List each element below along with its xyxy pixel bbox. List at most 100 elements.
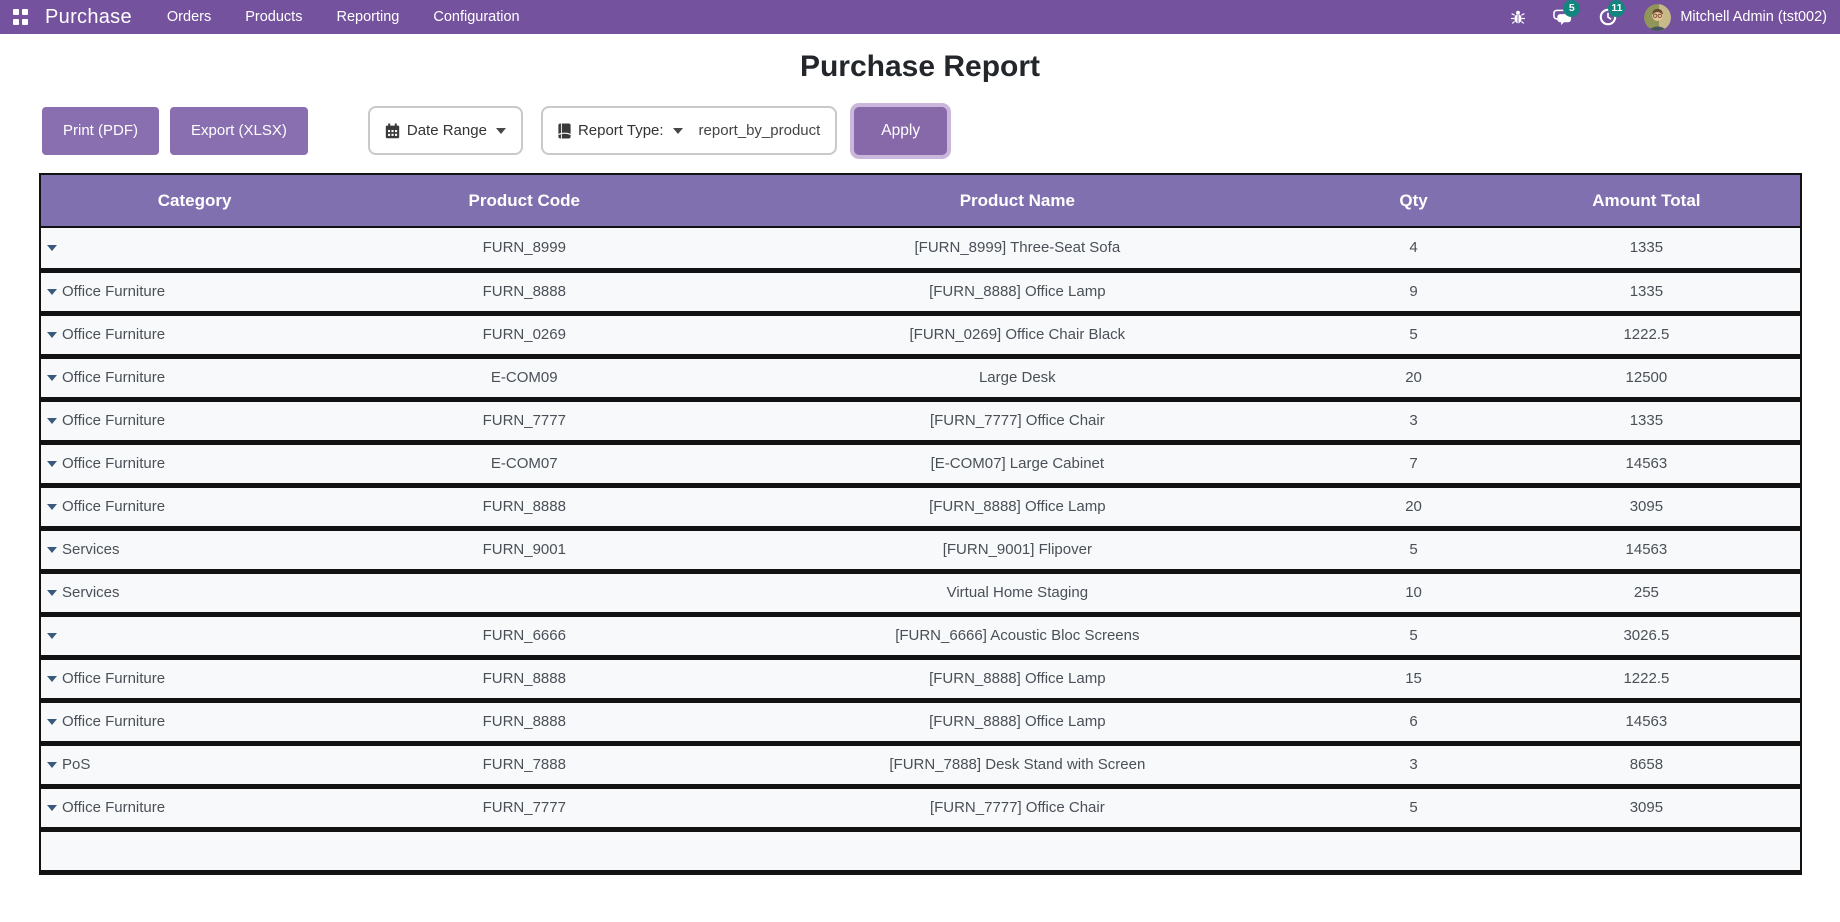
column-header-category: Category (40, 174, 349, 228)
amount-total-cell: 1222.5 (1492, 657, 1801, 703)
purchase-report-table: Category Product Code Product Name Qty A… (39, 173, 1802, 875)
date-range-dropdown[interactable]: Date Range (367, 106, 523, 155)
category-label: Office Furniture (62, 369, 166, 386)
amount-total-cell: 12500 (1492, 356, 1801, 402)
category-label: Office Furniture (62, 799, 166, 816)
collapse-caret-icon[interactable] (47, 461, 57, 468)
amount-total-cell: 1335 (1492, 399, 1801, 445)
category-label: Office Furniture (62, 283, 166, 300)
qty-cell: 5 (1334, 786, 1493, 832)
debug-bug-icon[interactable] (1508, 7, 1528, 27)
table-row: PoS FURN_7888 [FURN_7888] Desk Stand with … (40, 743, 1801, 789)
collapse-caret-icon[interactable] (47, 633, 57, 640)
product-name-cell: [FURN_8999] Three-Seat Sofa (700, 227, 1335, 273)
collapse-caret-icon[interactable] (47, 762, 57, 769)
app-name[interactable]: Purchase (45, 6, 132, 29)
apps-menu-icon[interactable] (13, 9, 29, 25)
collapse-caret-icon[interactable] (47, 547, 57, 554)
calendar-icon (385, 123, 400, 138)
report-type-value: report_by_product (698, 122, 821, 139)
collapse-caret-icon[interactable] (47, 590, 57, 597)
category-label: Services (62, 584, 120, 601)
amount-total-cell: 3095 (1492, 485, 1801, 531)
export-xlsx-button[interactable]: Export (XLSX) (170, 106, 308, 155)
report-toolbar: Print (PDF) Export (XLSX) Date Range Rep… (0, 106, 1840, 155)
main-menu: Orders Products Reporting Configuration (150, 0, 537, 34)
amount-total-cell: 8658 (1492, 743, 1801, 789)
column-header-amount-total: Amount Total (1492, 174, 1801, 228)
collapse-caret-icon[interactable] (47, 375, 57, 382)
date-range-label: Date Range (406, 122, 487, 139)
user-name[interactable]: Mitchell Admin (tst002) (1680, 9, 1827, 25)
amount-total-cell: 3026.5 (1492, 614, 1801, 660)
table-row: Office Furniture E-COM09 Large Desk 20 12500 (40, 356, 1801, 402)
qty-cell: 5 (1334, 313, 1493, 359)
product-code-cell: FURN_0269 (348, 313, 701, 359)
messages-icon[interactable]: 5 (1553, 0, 1581, 27)
menu-item-orders[interactable]: Orders (150, 9, 228, 25)
amount-total-cell: 1335 (1492, 227, 1801, 273)
category-label: Office Furniture (62, 455, 166, 472)
product-name-cell: [E-COM07] Large Cabinet (700, 442, 1335, 488)
product-name-cell: [FURN_8888] Office Lamp (700, 700, 1335, 746)
menu-item-reporting[interactable]: Reporting (319, 9, 416, 25)
product-name-cell: [FURN_8888] Office Lamp (700, 485, 1335, 531)
collapse-caret-icon[interactable] (47, 289, 57, 296)
chevron-down-icon (495, 127, 506, 134)
top-navbar: Purchase Orders Products Reporting Confi… (0, 0, 1840, 34)
product-name-cell: [FURN_9001] Flipover (700, 528, 1335, 574)
collapse-caret-icon[interactable] (47, 245, 57, 252)
product-name-cell: [FURN_6666] Acoustic Bloc Screens (700, 614, 1335, 660)
product-code-cell: FURN_8888 (348, 700, 701, 746)
qty-cell: 3 (1334, 399, 1493, 445)
column-header-product-name: Product Name (700, 174, 1335, 228)
category-cell: Office Furniture (40, 270, 349, 316)
product-name-cell: [FURN_8888] Office Lamp (700, 270, 1335, 316)
category-cell: Office Furniture (40, 786, 349, 832)
category-cell: PoS (40, 743, 349, 789)
collapse-caret-icon[interactable] (47, 719, 57, 726)
report-type-label: Report Type: (577, 122, 664, 139)
column-header-qty: Qty (1334, 174, 1493, 228)
category-label: Office Furniture (62, 498, 166, 515)
amount-total-cell: 1335 (1492, 270, 1801, 316)
print-pdf-button[interactable]: Print (PDF) (42, 106, 159, 155)
collapse-caret-icon[interactable] (47, 504, 57, 511)
product-code-cell: FURN_7777 (348, 786, 701, 832)
table-row: Office Furniture E-COM07 [E-COM07] Large C… (40, 442, 1801, 488)
amount-total-cell: 255 (1492, 571, 1801, 617)
table-row: Office Furniture FURN_7777 [FURN_7777] Off… (40, 786, 1801, 832)
category-label: Office Furniture (62, 412, 166, 429)
amount-total-cell: 1222.5 (1492, 313, 1801, 359)
category-label: Office Furniture (62, 670, 166, 687)
category-label: PoS (62, 756, 91, 773)
collapse-caret-icon[interactable] (47, 676, 57, 683)
menu-item-configuration[interactable]: Configuration (416, 9, 536, 25)
menu-item-products[interactable]: Products (228, 9, 319, 25)
table-header-row: Category Product Code Product Name Qty A… (40, 174, 1801, 228)
qty-cell: 20 (1334, 356, 1493, 402)
column-header-product-code: Product Code (348, 174, 701, 228)
table-row: Services FURN_9001 [FURN_9001] Flipover 5 14… (40, 528, 1801, 574)
table-row: Office Furniture FURN_7777 [FURN_7777] Off… (40, 399, 1801, 445)
amount-total-cell: 14563 (1492, 442, 1801, 488)
report-type-dropdown[interactable]: Report Type: report_by_product (540, 106, 838, 155)
collapse-caret-icon[interactable] (47, 332, 57, 339)
product-code-cell: E-COM09 (348, 356, 701, 402)
product-code-cell: FURN_8888 (348, 485, 701, 531)
table-row: Office Furniture FURN_0269 [FURN_0269] Off… (40, 313, 1801, 359)
qty-cell: 9 (1334, 270, 1493, 316)
table-row-partial (40, 829, 1801, 875)
apply-button[interactable]: Apply (854, 106, 948, 155)
table-row: FURN_6666 [FURN_6666] Acoustic Bloc Scree… (40, 614, 1801, 660)
user-avatar[interactable] (1644, 3, 1672, 31)
product-name-cell: [FURN_7777] Office Chair (700, 786, 1335, 832)
collapse-caret-icon[interactable] (47, 418, 57, 425)
category-cell: Office Furniture (40, 356, 349, 402)
product-name-cell: [FURN_7888] Desk Stand with Screen (700, 743, 1335, 789)
collapse-caret-icon[interactable] (47, 805, 57, 812)
product-code-cell (348, 571, 701, 617)
activities-clock-icon[interactable]: 11 (1598, 0, 1626, 27)
product-code-cell: FURN_6666 (348, 614, 701, 660)
table-row: Services Virtual Home Staging 10 255 (40, 571, 1801, 617)
